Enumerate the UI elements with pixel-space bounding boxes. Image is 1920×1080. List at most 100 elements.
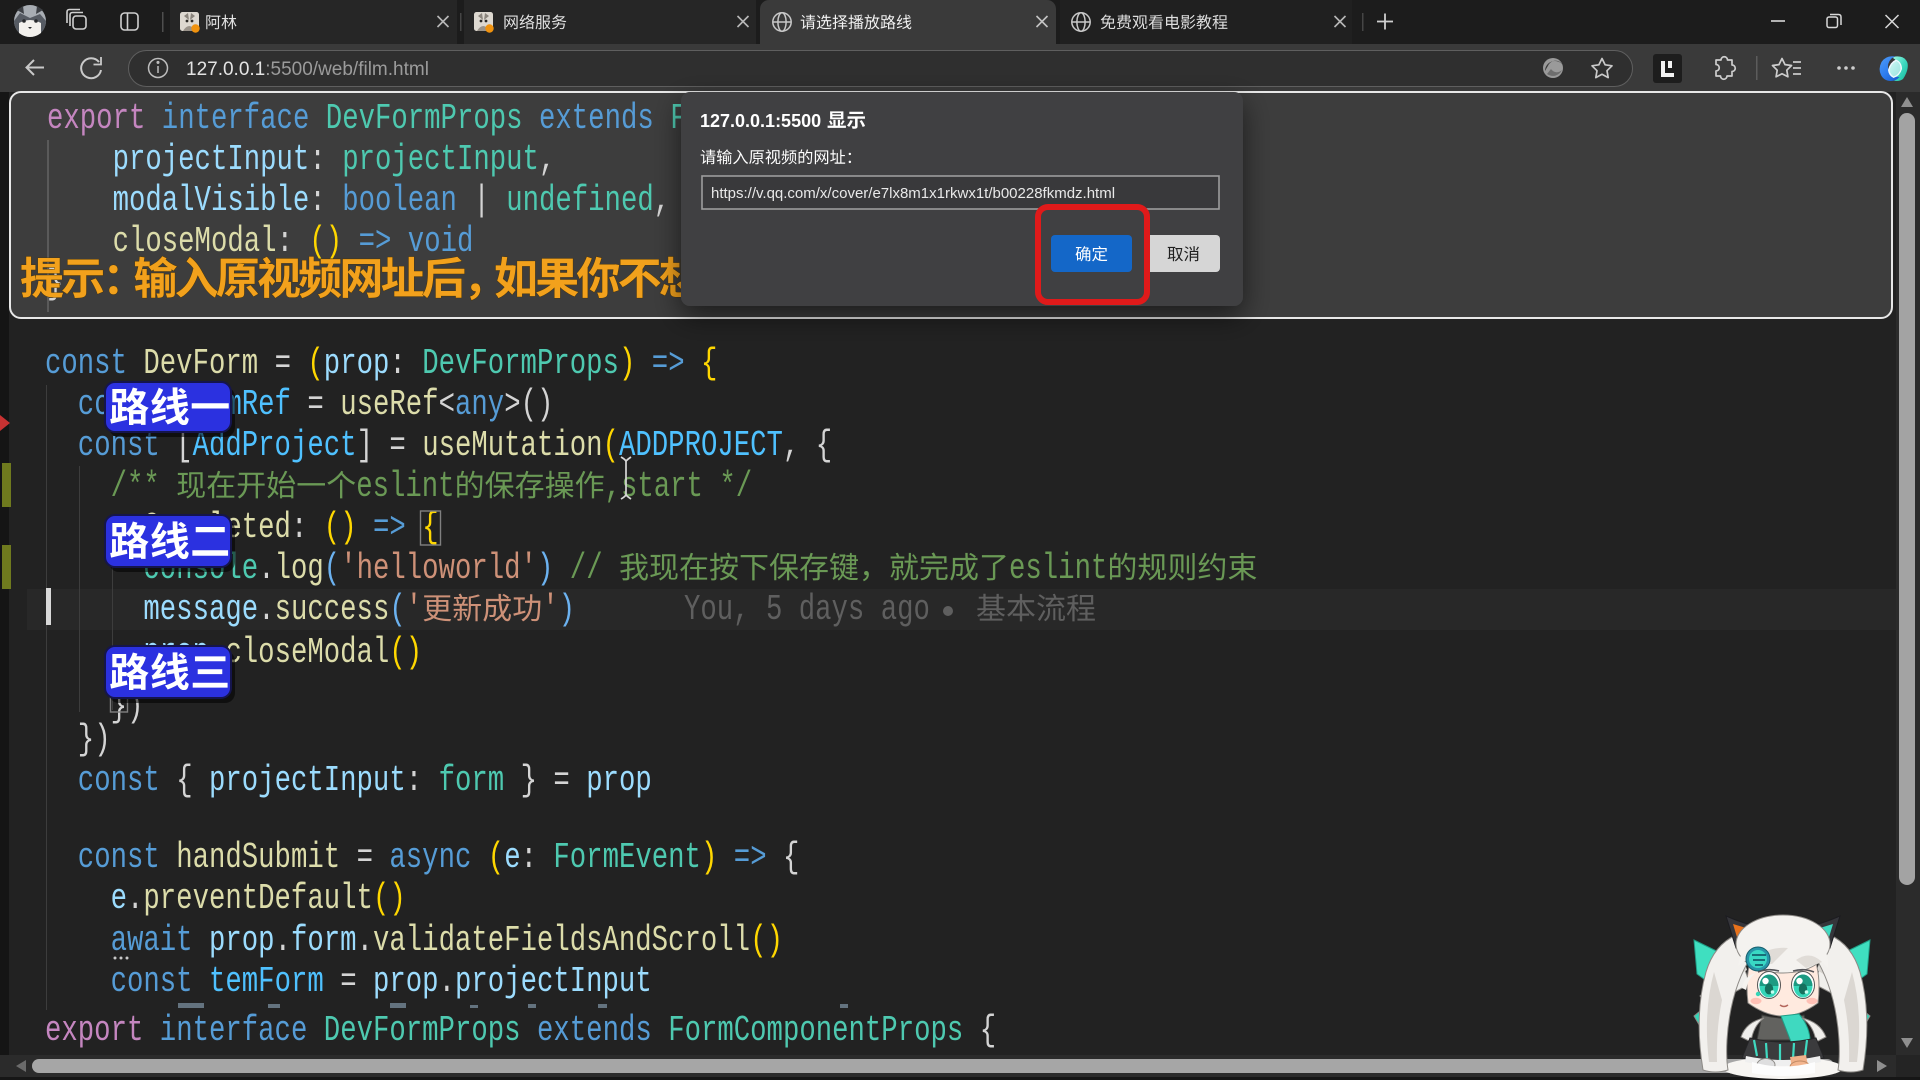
- svg-text:form: form: [439, 759, 505, 801]
- svg-text:(: (: [389, 588, 405, 630]
- svg-text:interface: interface: [160, 1009, 308, 1051]
- svg-text:=>: =>: [734, 836, 767, 878]
- svg-text:You, 5 days ago: You, 5 days ago: [684, 588, 946, 630]
- svg-text:prop: prop: [373, 960, 439, 1002]
- svg-text:interface: interface: [162, 97, 310, 139]
- svg-text:message: message: [143, 588, 258, 630]
- svg-text:projectInput: projectInput: [342, 138, 539, 180]
- svg-text:>(): >(): [504, 383, 553, 425]
- svg-text:DevForm: DevForm: [143, 342, 258, 384]
- svg-text:=: =: [258, 342, 307, 384]
- svg-text:closeModal: closeModal: [225, 631, 389, 673]
- svg-text:undefined: undefined: [506, 179, 654, 221]
- svg-text:(): (): [324, 506, 357, 548]
- svg-text:FormEvent: FormEvent: [553, 836, 701, 878]
- svg-text:=: =: [340, 836, 389, 878]
- svg-text:prop: prop: [324, 342, 390, 384]
- svg-text:{: {: [963, 1009, 996, 1051]
- svg-text://: //: [570, 547, 619, 589]
- svg-text:,: ,: [654, 179, 670, 221]
- svg-text:e: e: [504, 836, 520, 878]
- svg-text:, {: , {: [783, 424, 832, 466]
- svg-text:success: success: [275, 588, 390, 630]
- svg-text:eslint: eslint: [1009, 547, 1107, 589]
- svg-text:modalVisible: modalVisible: [113, 179, 310, 221]
- svg-text:temForm: temForm: [209, 960, 324, 1002]
- svg-text::: :: [406, 759, 439, 801]
- svg-text:': ': [542, 588, 558, 630]
- svg-text:projectInput: projectInput: [455, 960, 652, 1002]
- svg-text:'helloworld': 'helloworld': [340, 547, 537, 589]
- svg-text:await: await: [111, 919, 193, 961]
- svg-text:<: <: [439, 383, 455, 425]
- svg-text:): ): [537, 547, 553, 589]
- svg-text:/**: /**: [111, 465, 177, 507]
- svg-text:handSubmit: handSubmit: [176, 836, 340, 878]
- svg-text:projectInput: projectInput: [209, 759, 406, 801]
- svg-text:,: ,: [539, 138, 555, 180]
- svg-text:{: {: [422, 506, 438, 548]
- svg-text:(: (: [603, 424, 619, 466]
- svg-text::: :: [389, 342, 422, 384]
- svg-text:projectInput: projectInput: [113, 138, 310, 180]
- svg-text:log: log: [275, 547, 324, 589]
- svg-text:const: const: [78, 759, 160, 801]
- svg-text:.: .: [258, 547, 274, 589]
- svg-text:eslint: eslint: [356, 465, 454, 507]
- svg-text:preventDefault: preventDefault: [143, 877, 372, 919]
- svg-text:prop: prop: [209, 919, 275, 961]
- svg-text:DevFormProps: DevFormProps: [422, 342, 619, 384]
- svg-text::: :: [521, 836, 554, 878]
- svg-text:extends: extends: [537, 1009, 652, 1051]
- svg-text:form: form: [291, 919, 357, 961]
- svg-text:): ): [619, 342, 635, 384]
- svg-text:.: .: [439, 960, 455, 1002]
- svg-text:DevFormProps: DevFormProps: [324, 1009, 521, 1051]
- svg-text::: :: [309, 179, 342, 221]
- svg-text::: :: [277, 220, 310, 262]
- svg-text:.: .: [275, 919, 291, 961]
- svg-text:=: =: [324, 960, 373, 1002]
- svg-text:ADDPROJECT: ADDPROJECT: [619, 424, 783, 466]
- svg-text:127.0.0.1:5500: 127.0.0.1:5500: [700, 111, 821, 131]
- svg-text:(: (: [488, 836, 504, 878]
- svg-text:}): }): [78, 718, 111, 760]
- svg-text:.: .: [258, 588, 274, 630]
- svg-text:(): (): [373, 877, 406, 919]
- svg-text:=>: =>: [359, 220, 392, 262]
- svg-text:{: {: [701, 342, 717, 384]
- svg-text:useRef: useRef: [340, 383, 438, 425]
- svg-text:DevFormProps: DevFormProps: [326, 97, 523, 139]
- svg-text:async: async: [389, 836, 471, 878]
- svg-text:127.0.0.1:5500/web/film.html: 127.0.0.1:5500/web/film.html: [186, 59, 429, 80]
- svg-text:useMutation: useMutation: [422, 424, 602, 466]
- svg-text:.: .: [127, 877, 143, 919]
- svg-text:const: const: [111, 960, 193, 1002]
- svg-text::: :: [309, 138, 342, 180]
- svg-text:|: |: [457, 179, 506, 221]
- svg-text:validateFieldsAndScroll: validateFieldsAndScroll: [373, 919, 750, 961]
- svg-text:prop: prop: [586, 759, 652, 801]
- svg-text:{: {: [767, 836, 800, 878]
- svg-text:{: {: [160, 759, 209, 801]
- svg-text:': ': [406, 588, 422, 630]
- svg-text:(): (): [389, 631, 422, 673]
- svg-text::: :: [291, 506, 324, 548]
- svg-text:export: export: [47, 97, 145, 139]
- svg-text:(): (): [309, 220, 342, 262]
- svg-text:(): (): [750, 919, 783, 961]
- svg-text:.: .: [357, 919, 373, 961]
- svg-text:https://v.qq.com/x/cover/e7lx8: https://v.qq.com/x/cover/e7lx8m1x1rkwx1t…: [711, 185, 1115, 202]
- svg-text:(: (: [324, 547, 340, 589]
- svg-text:=: =: [291, 383, 340, 425]
- svg-text:closeModal: closeModal: [113, 220, 277, 262]
- svg-text:} =: } =: [504, 759, 586, 801]
- svg-text:=>: =>: [373, 506, 406, 548]
- svg-text:boolean: boolean: [342, 179, 457, 221]
- svg-text:const: const: [78, 836, 160, 878]
- svg-text:void: void: [408, 220, 474, 262]
- svg-text:e: e: [111, 877, 127, 919]
- svg-text:FormComponentProps: FormComponentProps: [668, 1009, 963, 1051]
- svg-text:=>: =>: [652, 342, 685, 384]
- svg-text:extends: extends: [539, 97, 654, 139]
